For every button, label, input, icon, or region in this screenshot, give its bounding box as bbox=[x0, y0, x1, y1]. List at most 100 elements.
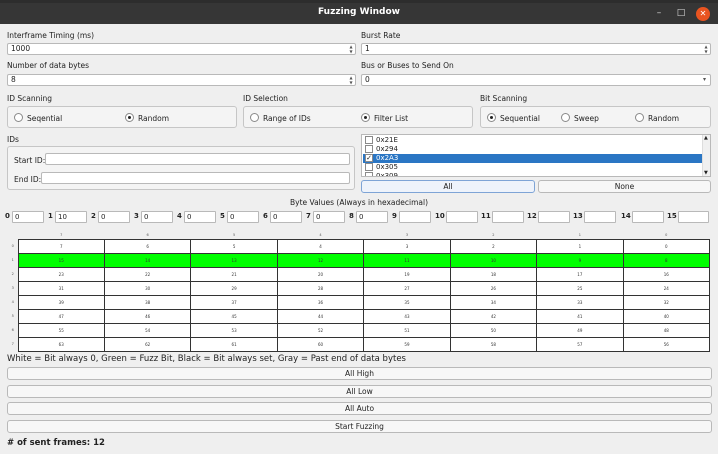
bit-cell[interactable]: 34 bbox=[449, 294, 538, 310]
all-low-button[interactable]: All Low bbox=[7, 385, 712, 398]
byte-input[interactable] bbox=[678, 211, 709, 223]
bit-cell[interactable]: 25 bbox=[536, 280, 624, 296]
bit-cell[interactable]: 56 bbox=[622, 336, 711, 352]
bit-cell[interactable]: 47 bbox=[17, 308, 105, 324]
bit-cell[interactable]: 20 bbox=[276, 266, 365, 282]
byte-input[interactable]: 10 bbox=[55, 211, 87, 223]
bit-cell[interactable]: 28 bbox=[276, 280, 365, 296]
byte-input[interactable] bbox=[632, 211, 664, 223]
byte-input[interactable]: 0 bbox=[227, 211, 259, 223]
bit-cell[interactable]: 36 bbox=[276, 294, 365, 310]
bit-cell[interactable]: 17 bbox=[536, 266, 624, 282]
radio-filter-list[interactable] bbox=[361, 113, 370, 122]
bit-cell[interactable]: 7 bbox=[17, 238, 105, 254]
bit-cell[interactable]: 15 bbox=[17, 252, 105, 268]
bit-cell[interactable]: 9 bbox=[536, 252, 624, 268]
bit-cell[interactable]: 48 bbox=[622, 322, 711, 338]
bit-cell[interactable]: 22 bbox=[103, 266, 192, 282]
bit-cell[interactable]: 39 bbox=[17, 294, 105, 310]
radio-bit-sweep[interactable] bbox=[561, 113, 570, 122]
bit-cell[interactable]: 49 bbox=[536, 322, 624, 338]
bit-cell[interactable]: 8 bbox=[622, 252, 711, 268]
bit-cell[interactable]: 5 bbox=[190, 238, 278, 254]
bit-cell[interactable]: 6 bbox=[103, 238, 192, 254]
scroll-up-icon[interactable]: ▲ bbox=[704, 135, 708, 141]
select-all-button[interactable]: All bbox=[361, 180, 535, 193]
bit-cell[interactable]: 59 bbox=[363, 336, 451, 352]
byte-input[interactable] bbox=[399, 211, 431, 223]
byte-input[interactable] bbox=[446, 211, 478, 223]
bit-cell[interactable]: 43 bbox=[363, 308, 451, 324]
all-auto-button[interactable]: All Auto bbox=[7, 402, 712, 415]
list-scrollbar[interactable]: ▲ ▼ bbox=[702, 135, 710, 176]
bit-cell[interactable]: 12 bbox=[276, 252, 365, 268]
bit-cell[interactable]: 27 bbox=[363, 280, 451, 296]
bit-cell[interactable]: 21 bbox=[190, 266, 278, 282]
byte-input[interactable] bbox=[538, 211, 570, 223]
bit-cell[interactable]: 53 bbox=[190, 322, 278, 338]
bit-cell[interactable]: 61 bbox=[190, 336, 278, 352]
radio-range-of-ids[interactable] bbox=[250, 113, 259, 122]
byte-input[interactable]: 0 bbox=[141, 211, 173, 223]
byte-input[interactable]: 0 bbox=[184, 211, 216, 223]
bit-cell[interactable]: 51 bbox=[363, 322, 451, 338]
byte-input[interactable] bbox=[492, 211, 524, 223]
list-item[interactable]: 0x305 bbox=[363, 163, 703, 172]
bit-cell[interactable]: 44 bbox=[276, 308, 365, 324]
bit-cell[interactable]: 0 bbox=[622, 238, 711, 254]
list-item[interactable]: ✓ 0x2A3 bbox=[363, 154, 703, 163]
byte-input[interactable]: 0 bbox=[313, 211, 345, 223]
bit-cell[interactable]: 54 bbox=[103, 322, 192, 338]
bit-cell[interactable]: 33 bbox=[536, 294, 624, 310]
bit-cell[interactable]: 41 bbox=[536, 308, 624, 324]
bit-cell[interactable]: 58 bbox=[449, 336, 538, 352]
spin-arrows-icon[interactable]: ▲ ▼ bbox=[348, 44, 354, 54]
bit-cell[interactable]: 19 bbox=[363, 266, 451, 282]
list-item[interactable]: 0x309 bbox=[363, 172, 703, 176]
bit-cell[interactable]: 37 bbox=[190, 294, 278, 310]
radio-bit-random[interactable] bbox=[635, 113, 644, 122]
bit-cell[interactable]: 45 bbox=[190, 308, 278, 324]
spin-arrows-icon[interactable]: ▲ ▼ bbox=[703, 44, 709, 54]
bit-cell[interactable]: 24 bbox=[622, 280, 711, 296]
bit-cell[interactable]: 50 bbox=[449, 322, 538, 338]
data-bytes-spinbox[interactable]: 8 ▲ ▼ bbox=[7, 74, 356, 86]
scroll-down-icon[interactable]: ▼ bbox=[704, 170, 708, 176]
bit-cell[interactable]: 31 bbox=[17, 280, 105, 296]
radio-id-scan-sequential[interactable] bbox=[14, 113, 23, 122]
bit-cell[interactable]: 52 bbox=[276, 322, 365, 338]
checkbox[interactable] bbox=[365, 163, 373, 171]
checkbox[interactable] bbox=[365, 145, 373, 153]
bit-cell[interactable]: 3 bbox=[363, 238, 451, 254]
bit-cell[interactable]: 11 bbox=[363, 252, 451, 268]
list-item[interactable]: 0x294 bbox=[363, 145, 703, 154]
bit-cell[interactable]: 63 bbox=[17, 336, 105, 352]
spin-arrows-icon[interactable]: ▲ ▼ bbox=[348, 75, 354, 85]
byte-input[interactable]: 0 bbox=[270, 211, 302, 223]
checkbox-checked-icon[interactable]: ✓ bbox=[365, 154, 373, 162]
all-high-button[interactable]: All High bbox=[7, 367, 712, 380]
checkbox[interactable] bbox=[365, 172, 373, 176]
bit-cell[interactable]: 38 bbox=[103, 294, 192, 310]
bit-cell[interactable]: 35 bbox=[363, 294, 451, 310]
bit-cell[interactable]: 32 bbox=[622, 294, 711, 310]
byte-input[interactable]: 0 bbox=[98, 211, 130, 223]
bit-cell[interactable]: 13 bbox=[190, 252, 278, 268]
bus-select[interactable]: 0 ▾ bbox=[361, 74, 711, 86]
bit-cell[interactable]: 46 bbox=[103, 308, 192, 324]
bit-cell[interactable]: 62 bbox=[103, 336, 192, 352]
chevron-down-icon[interactable]: ▾ bbox=[703, 75, 706, 85]
bit-cell[interactable]: 14 bbox=[103, 252, 192, 268]
id-filter-list[interactable]: 0x21E 0x294 ✓ 0x2A3 0x305 0x309 ▲ ▼ bbox=[361, 134, 711, 177]
bit-cell[interactable]: 42 bbox=[449, 308, 538, 324]
radio-bit-sequential[interactable] bbox=[487, 113, 496, 122]
byte-input[interactable] bbox=[584, 211, 616, 223]
bit-cell[interactable]: 2 bbox=[449, 238, 538, 254]
select-none-button[interactable]: None bbox=[538, 180, 711, 193]
bit-cell[interactable]: 4 bbox=[276, 238, 365, 254]
byte-input[interactable]: 0 bbox=[356, 211, 388, 223]
bit-cell[interactable]: 23 bbox=[17, 266, 105, 282]
byte-input[interactable]: 0 bbox=[12, 211, 44, 223]
checkbox[interactable] bbox=[365, 136, 373, 144]
bit-cell[interactable]: 57 bbox=[536, 336, 624, 352]
